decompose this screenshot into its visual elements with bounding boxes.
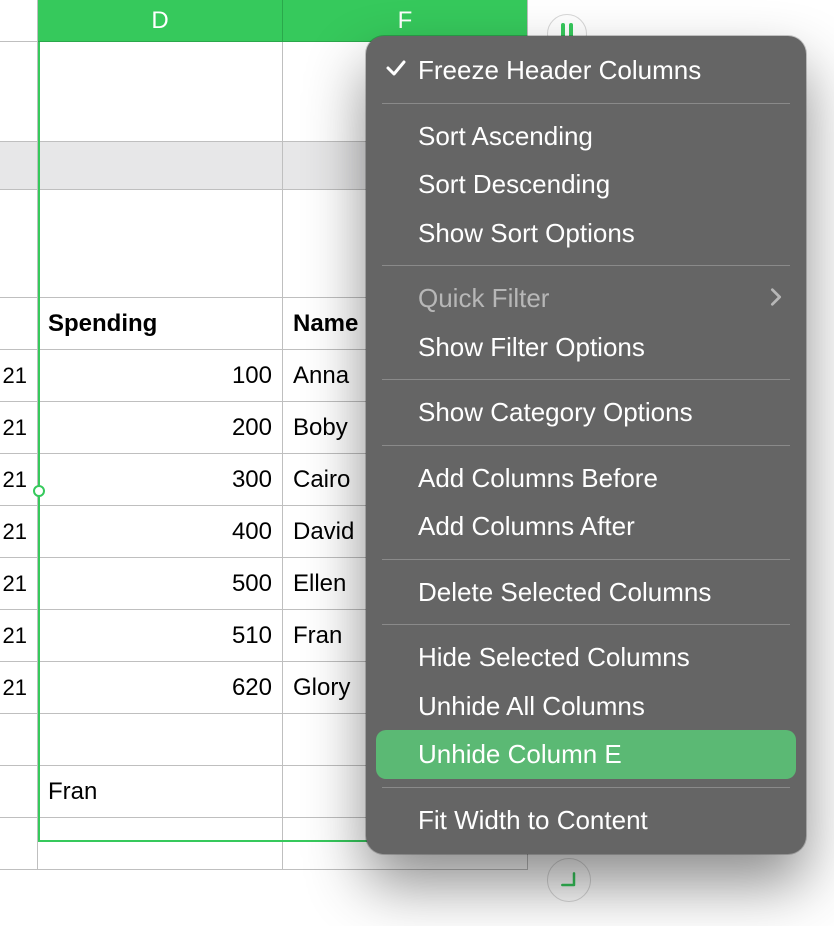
menu-label: Show Category Options	[418, 397, 693, 427]
row-stub	[0, 766, 38, 818]
row-stub: 21	[0, 506, 38, 558]
menu-delete-selected-columns[interactable]: Delete Selected Columns	[366, 568, 806, 617]
cell[interactable]	[38, 142, 283, 190]
menu-label: Hide Selected Columns	[418, 642, 690, 672]
menu-separator	[382, 379, 790, 380]
menu-hide-selected-columns[interactable]: Hide Selected Columns	[366, 633, 806, 682]
menu-unhide-all-columns[interactable]: Unhide All Columns	[366, 682, 806, 731]
menu-label: Freeze Header Columns	[418, 55, 701, 85]
menu-label: Quick Filter	[418, 283, 549, 313]
menu-add-columns-after[interactable]: Add Columns After	[366, 502, 806, 551]
menu-show-filter-options[interactable]: Show Filter Options	[366, 323, 806, 372]
cell[interactable]	[38, 42, 283, 142]
menu-separator	[382, 624, 790, 625]
cell-spending[interactable]: 500	[38, 558, 283, 610]
row-stub: 21	[0, 558, 38, 610]
row-stub: 21	[0, 662, 38, 714]
menu-label: Show Sort Options	[418, 218, 635, 248]
menu-add-columns-before[interactable]: Add Columns Before	[366, 454, 806, 503]
row-stub	[0, 42, 38, 142]
corner-icon	[559, 870, 579, 890]
chevron-right-icon	[768, 286, 784, 308]
cell-spending[interactable]: 200	[38, 402, 283, 454]
row-stub: 21	[0, 350, 38, 402]
menu-separator	[382, 265, 790, 266]
row-stub	[0, 190, 38, 298]
menu-quick-filter: Quick Filter	[366, 274, 806, 323]
menu-sort-ascending[interactable]: Sort Ascending	[366, 112, 806, 161]
cell-spending[interactable]: 400	[38, 506, 283, 558]
row-stub	[0, 298, 38, 350]
column-header-d[interactable]: D	[38, 0, 283, 42]
check-icon	[384, 56, 408, 80]
menu-label: Delete Selected Columns	[418, 577, 711, 607]
menu-separator	[382, 103, 790, 104]
cell-spending[interactable]: 300	[38, 454, 283, 506]
menu-separator	[382, 787, 790, 788]
menu-show-sort-options[interactable]: Show Sort Options	[366, 209, 806, 258]
cell-spending[interactable]: 510	[38, 610, 283, 662]
cell-spending[interactable]: 620	[38, 662, 283, 714]
menu-fit-width-to-content[interactable]: Fit Width to Content	[366, 796, 806, 845]
menu-freeze-header-columns[interactable]: Freeze Header Columns	[366, 46, 806, 95]
menu-label: Unhide All Columns	[418, 691, 645, 721]
row-stub: 21	[0, 402, 38, 454]
row-stub: 21	[0, 610, 38, 662]
menu-label: Unhide Column E	[418, 739, 622, 769]
column-context-menu: Freeze Header Columns Sort Ascending Sor…	[366, 36, 806, 854]
table-extend-button[interactable]	[547, 858, 591, 902]
menu-separator	[382, 559, 790, 560]
row-stub	[0, 818, 38, 870]
menu-label: Show Filter Options	[418, 332, 645, 362]
menu-label: Sort Descending	[418, 169, 610, 199]
cell[interactable]	[38, 818, 283, 870]
menu-unhide-column-e[interactable]: Unhide Column E	[376, 730, 796, 779]
menu-label: Add Columns After	[418, 511, 635, 541]
cell-spending[interactable]: 100	[38, 350, 283, 402]
row-stub	[0, 142, 38, 190]
cell[interactable]	[38, 714, 283, 766]
column-header-spending[interactable]: Spending	[38, 298, 283, 350]
menu-label: Fit Width to Content	[418, 805, 648, 835]
menu-separator	[382, 445, 790, 446]
menu-label: Add Columns Before	[418, 463, 658, 493]
menu-show-category-options[interactable]: Show Category Options	[366, 388, 806, 437]
menu-sort-descending[interactable]: Sort Descending	[366, 160, 806, 209]
row-stub: 21	[0, 454, 38, 506]
row-stub	[0, 714, 38, 766]
cell[interactable]: Fran	[38, 766, 283, 818]
cell[interactable]	[38, 190, 283, 298]
menu-label: Sort Ascending	[418, 121, 593, 151]
column-header-stub	[0, 0, 38, 42]
